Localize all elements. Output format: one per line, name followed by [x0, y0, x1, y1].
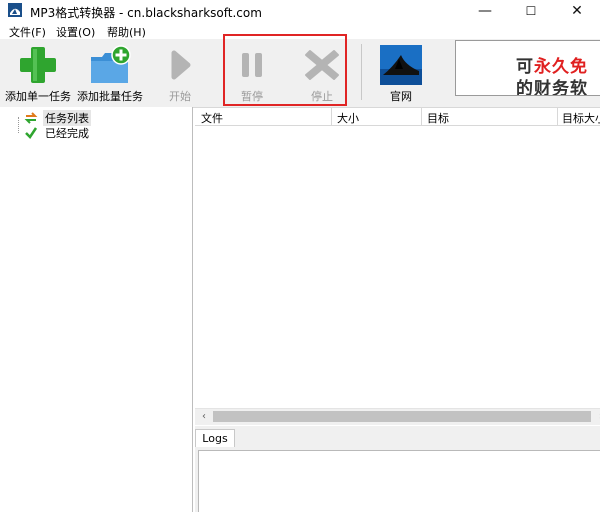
task-table-header: 文件 大小 目标 目标大小 [195, 108, 600, 126]
play-icon [171, 50, 191, 80]
pause-label: 暂停 [241, 90, 263, 103]
start-label: 开始 [169, 90, 191, 103]
task-tree-panel: 任务列表 已经完成 [0, 107, 193, 512]
column-divider[interactable] [557, 108, 558, 125]
plus-icon [20, 47, 56, 83]
window-title: MP3格式转换器 - cn.blacksharksoft.com [30, 6, 262, 20]
start-button[interactable]: 开始 [154, 39, 206, 103]
banner-line2: 的财务软 [516, 79, 588, 96]
horizontal-scrollbar[interactable]: ‹ › [195, 408, 600, 425]
menu-bar: 文件(F) 设置(O) 帮助(H) [0, 23, 600, 39]
maximize-button[interactable]: ☐ [508, 0, 554, 22]
minimize-button[interactable]: — [462, 0, 508, 22]
column-header-target[interactable]: 目标 [427, 110, 449, 126]
minimize-icon: — [478, 3, 492, 19]
pause-button[interactable]: 暂停 [226, 39, 278, 103]
close-icon: ✕ [571, 3, 583, 19]
close-button[interactable]: ✕ [554, 0, 600, 22]
menu-settings[interactable]: 设置(O) [56, 24, 95, 40]
stop-button[interactable]: 停止 [296, 39, 348, 103]
official-site-label: 官网 [390, 90, 412, 103]
stop-label: 停止 [311, 90, 333, 103]
add-single-task-label: 添加单一任务 [5, 90, 71, 103]
scroll-left-icon[interactable]: ‹ [198, 411, 210, 423]
column-header-file[interactable]: 文件 [201, 110, 223, 126]
tree-item-label: 已经完成 [45, 127, 89, 140]
logs-output[interactable] [198, 450, 600, 512]
add-single-task-button[interactable]: 添加单一任务 [2, 39, 74, 103]
toolbar-separator [361, 44, 362, 100]
task-table-body[interactable] [195, 126, 600, 408]
pause-icon [242, 53, 262, 77]
add-batch-task-button[interactable]: 添加批量任务 [74, 39, 146, 103]
column-header-size[interactable]: 大小 [337, 110, 359, 126]
shark-logo-icon [380, 45, 422, 85]
official-site-button[interactable]: 官网 [374, 39, 428, 103]
menu-file[interactable]: 文件(F) [9, 24, 46, 40]
tree-item-label: 任务列表 [43, 110, 91, 126]
task-list-icon [24, 112, 38, 124]
tree-item-task-list[interactable]: 任务列表 [10, 110, 91, 126]
tree-item-completed[interactable]: 已经完成 [10, 126, 91, 140]
column-divider[interactable] [331, 108, 332, 125]
logs-panel: Logs [195, 426, 600, 512]
scroll-right-icon[interactable]: › [595, 411, 600, 423]
checkmark-icon [25, 127, 38, 139]
folder-add-icon [91, 45, 131, 83]
maximize-icon: ☐ [525, 4, 537, 18]
column-header-target-size[interactable]: 目标大小 [562, 110, 600, 126]
ad-banner[interactable]: 可永久免 的财务软 [455, 40, 600, 96]
add-batch-task-label: 添加批量任务 [77, 90, 143, 103]
column-divider[interactable] [421, 108, 422, 125]
menu-help[interactable]: 帮助(H) [107, 24, 146, 40]
app-logo-icon [8, 3, 22, 17]
scroll-thumb[interactable] [213, 411, 591, 422]
tab-logs[interactable]: Logs [195, 429, 235, 447]
stop-icon [305, 50, 339, 80]
title-bar: MP3格式转换器 - cn.blacksharksoft.com — ☐ ✕ [0, 0, 600, 22]
